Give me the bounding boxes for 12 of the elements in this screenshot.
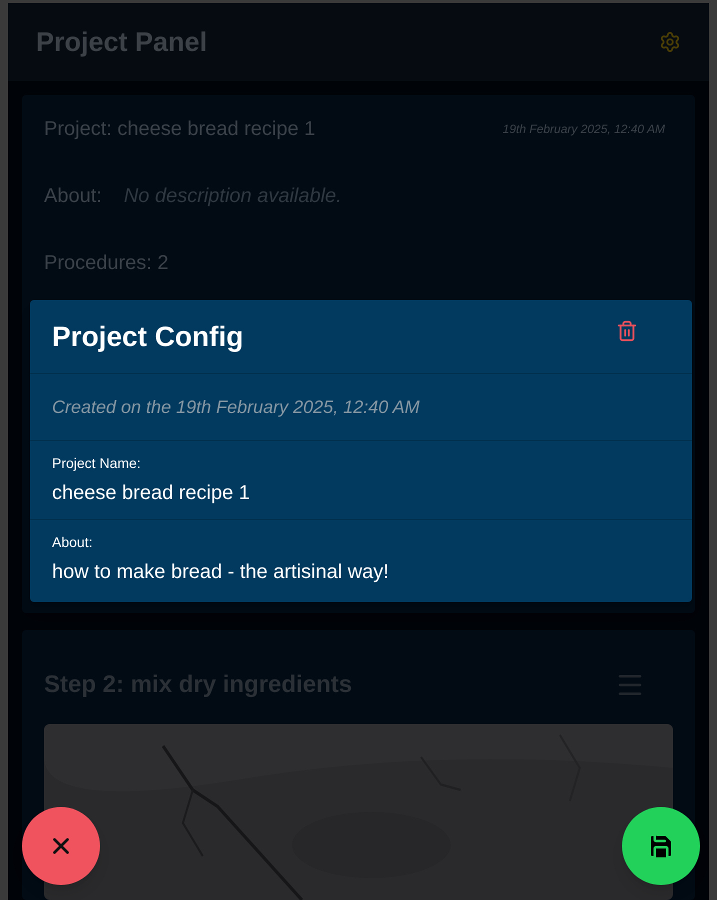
created-text: Created on the 19th February 2025, 12:40 AM bbox=[52, 396, 420, 419]
project-title: Project: cheese bread recipe 1 bbox=[44, 117, 316, 142]
delete-icon[interactable] bbox=[616, 320, 638, 342]
field-label: Project Name: bbox=[52, 454, 142, 473]
project-date: 19th February 2025, 12:40 AM bbox=[502, 121, 665, 138]
settings-icon[interactable] bbox=[659, 31, 681, 53]
field-value[interactable]: cheese bread recipe 1 bbox=[52, 478, 670, 508]
field-label: About: bbox=[52, 533, 94, 552]
about-label: About: bbox=[44, 184, 102, 209]
field-value[interactable]: how to make bread - the artisinal way! bbox=[52, 557, 670, 587]
dialog-title: Project Config bbox=[52, 320, 244, 354]
procedures-count: Procedures: 2 bbox=[44, 251, 169, 276]
